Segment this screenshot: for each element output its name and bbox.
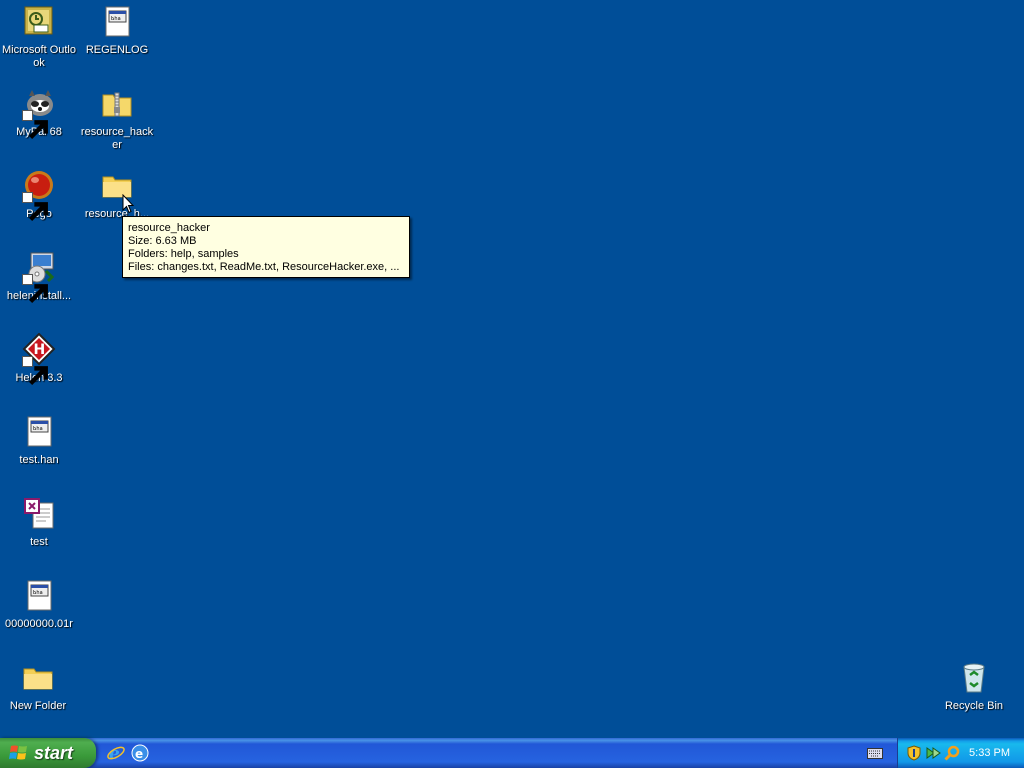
icon-label: REGENLOG xyxy=(85,44,149,56)
shortcut-arrow-icon xyxy=(22,274,48,304)
desktop-icon-resource-hacker-zip[interactable]: resource_hacker xyxy=(79,85,155,161)
mouse-cursor-icon xyxy=(122,193,135,214)
svg-text:Ьhа: Ьhа xyxy=(111,16,121,22)
icon-label: resource_hacker xyxy=(80,126,154,151)
icon-label: test.han xyxy=(19,454,59,466)
shortcut-arrow-icon xyxy=(22,192,48,222)
document-icon: Ьhа xyxy=(22,579,56,613)
start-button[interactable]: start xyxy=(0,738,96,768)
desktop-icon-recycle-bin[interactable]: Recycle Bin xyxy=(936,659,1012,735)
svg-text:e: e xyxy=(135,747,143,761)
desktop-icon-mypal-68[interactable]: MyPal 68 xyxy=(1,85,77,161)
icon-label: 00000000.01r xyxy=(5,618,73,630)
desktop-icon-microsoft-outlook[interactable]: Microsoft Outlook xyxy=(1,3,77,79)
raccoon-icon xyxy=(22,87,56,140)
helen-icon: H xyxy=(22,333,56,386)
svg-text:e: e xyxy=(109,744,120,763)
desktop-icon-new-folder[interactable]: New Folder xyxy=(0,659,76,735)
start-label: start xyxy=(34,742,74,763)
desktop-icon-regenlog[interactable]: Ьhа REGENLOG xyxy=(79,3,155,79)
tooltip-size: Size: 6.63 MB xyxy=(128,235,197,247)
security-shield-icon[interactable] xyxy=(906,745,922,761)
document-icon: Ьhа xyxy=(100,5,134,39)
taskbar-clock[interactable]: 5:33 PM xyxy=(969,746,1010,760)
desktop-icon-test[interactable]: test xyxy=(1,495,77,571)
tooltip-folders: Folders: help, samples xyxy=(128,248,239,260)
system-tray: 5:33 PM xyxy=(897,738,1024,768)
desktop-icon-00000000-01r[interactable]: Ьhа 00000000.01r xyxy=(1,577,77,653)
svg-text:H: H xyxy=(34,342,46,358)
desktop[interactable]: Microsoft Outlook Ьhа REGENLOG MyPal 68 … xyxy=(0,0,1024,738)
svg-text:Ьhа: Ьhа xyxy=(33,426,43,432)
shortcut-arrow-icon xyxy=(22,356,48,386)
icon-label: Recycle Bin xyxy=(944,700,1004,712)
document-icon: Ьhа xyxy=(22,415,56,449)
windows-logo-icon xyxy=(9,743,29,763)
red-ball-icon xyxy=(22,169,56,222)
zip-folder-icon xyxy=(100,87,134,121)
desktop-icon-helen-3-3[interactable]: H Helen 3.3 xyxy=(1,331,77,407)
icon-label: Microsoft Outlook xyxy=(2,44,76,69)
tooltip-title: resource_hacker xyxy=(128,222,210,234)
svg-text:Ьhа: Ьhа xyxy=(33,590,43,596)
shortcut-arrow-icon xyxy=(22,110,48,140)
desktop-icon-pego[interactable]: Pego xyxy=(1,167,77,243)
desktop-icon-test-han[interactable]: Ьhа test.han xyxy=(1,413,77,489)
internet-explorer-icon[interactable]: e xyxy=(106,743,126,763)
recycle-bin-icon xyxy=(957,661,991,695)
folder-icon xyxy=(21,661,55,695)
outlook-icon xyxy=(22,5,56,39)
taskbar[interactable]: start e e 5:33 PM xyxy=(0,738,1024,768)
search-icon[interactable] xyxy=(944,745,960,761)
icon-label: New Folder xyxy=(9,700,67,712)
han-file-icon xyxy=(22,497,56,531)
quick-launch-bar: e e xyxy=(106,743,150,763)
tooltip-files: Files: changes.txt, ReadMe.txt, Resource… xyxy=(128,261,400,273)
installer-icon xyxy=(22,251,56,304)
folder-info-tooltip: resource_hacker Size: 6.63 MB Folders: h… xyxy=(122,216,410,278)
keyboard-icon[interactable] xyxy=(867,746,883,760)
icon-label: test xyxy=(30,536,48,548)
network-icon[interactable] xyxy=(925,745,941,761)
desktop-icon-heleninstall[interactable]: heleninstall... xyxy=(1,249,77,325)
outlook-express-icon[interactable]: e xyxy=(130,743,150,763)
